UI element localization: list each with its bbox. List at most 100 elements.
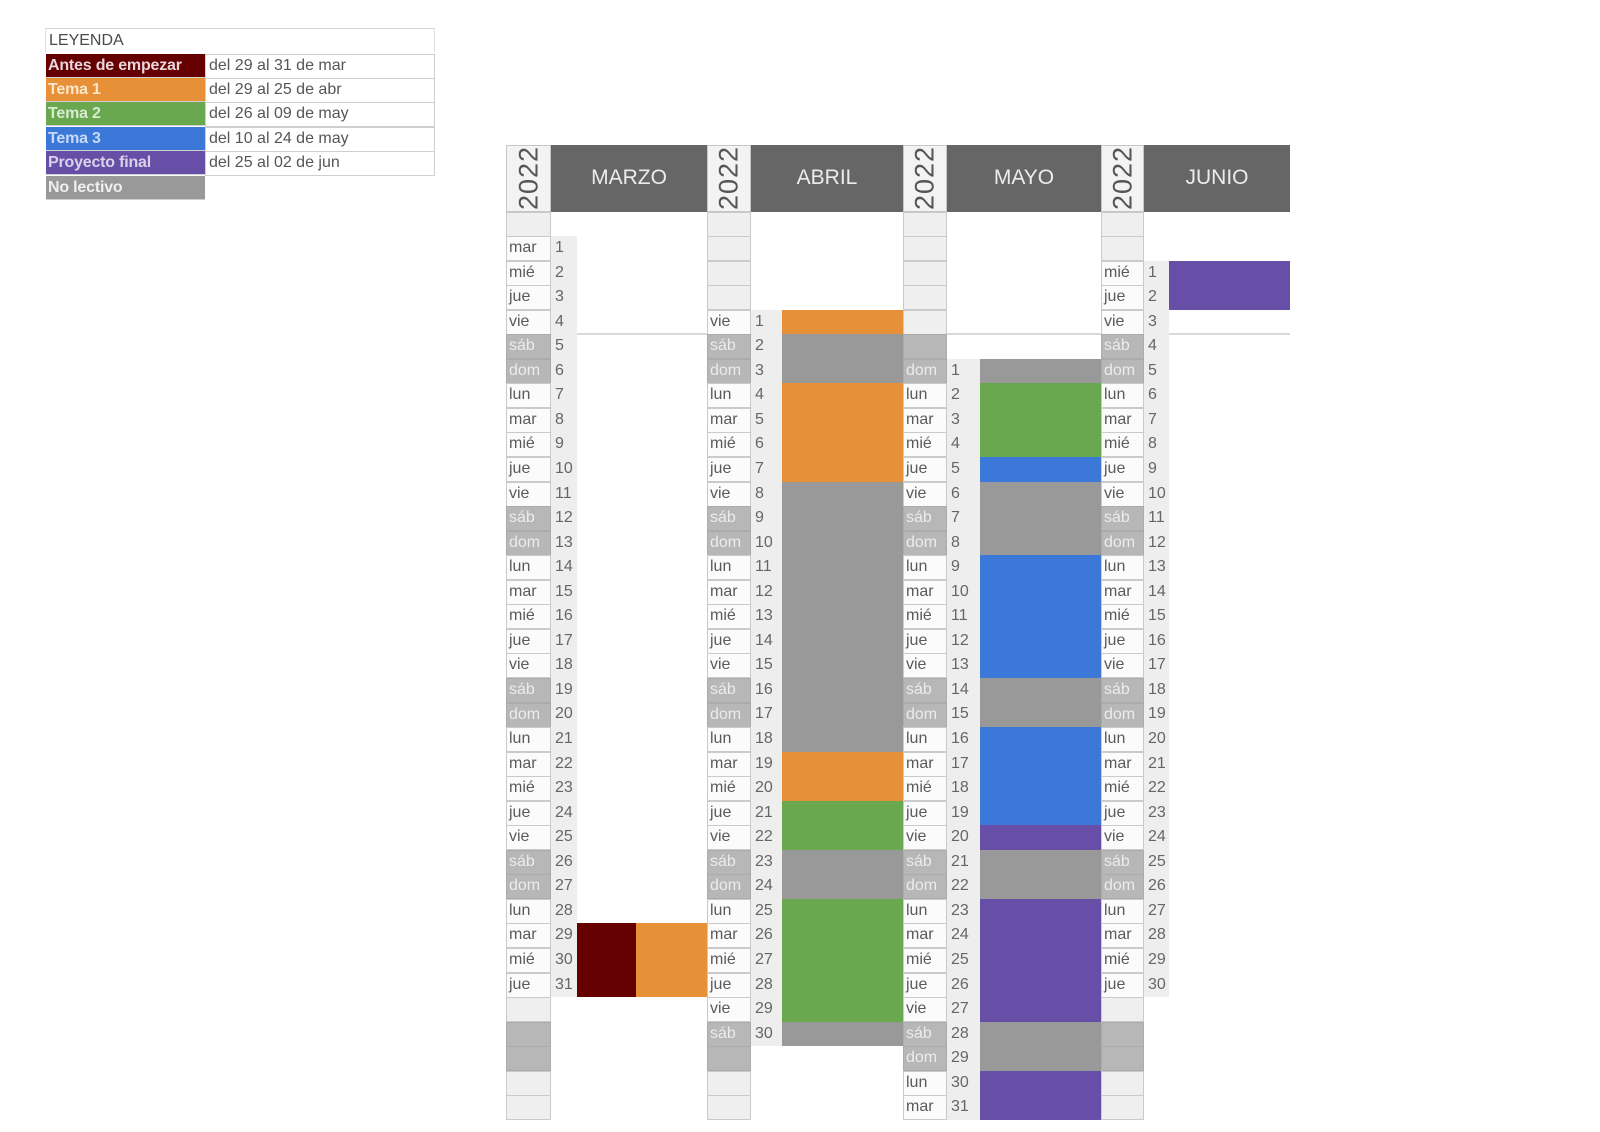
event-block-nolectivo[interactable] xyxy=(980,677,1101,728)
day-number[interactable]: 16 xyxy=(751,678,782,703)
day-number[interactable]: 22 xyxy=(947,874,980,899)
day-number[interactable]: 27 xyxy=(1144,899,1169,924)
day-number[interactable]: 20 xyxy=(947,825,980,850)
weekday-cell[interactable]: sáb xyxy=(506,677,551,703)
weekday-cell[interactable]: mié xyxy=(707,604,751,630)
weekday-cell[interactable]: vie xyxy=(903,481,947,507)
weekday-cell[interactable]: mié xyxy=(1101,776,1144,802)
day-number[interactable]: 27 xyxy=(551,874,577,899)
weekday-cell[interactable]: mié xyxy=(903,604,947,630)
weekday-cell[interactable]: jue xyxy=(903,457,947,483)
weekday-cell[interactable]: sáb xyxy=(707,334,751,360)
event-block-tema3[interactable] xyxy=(980,727,1101,826)
day-number[interactable]: 26 xyxy=(1144,874,1169,899)
day-number[interactable]: 3 xyxy=(947,408,980,433)
weekday-cell[interactable]: lun xyxy=(1101,898,1144,924)
weekday-cell[interactable]: dom xyxy=(903,702,947,728)
day-number[interactable]: 28 xyxy=(1144,923,1169,948)
day-number[interactable]: 11 xyxy=(551,482,577,507)
day-number[interactable]: 13 xyxy=(1144,555,1169,580)
legend-title[interactable]: LEYENDA xyxy=(45,28,435,52)
weekday-cell[interactable]: dom xyxy=(506,874,551,900)
legend-label-nolectivo[interactable]: No lectivo xyxy=(46,175,205,200)
day-number[interactable]: 9 xyxy=(1144,457,1169,482)
day-number[interactable]: 11 xyxy=(947,604,980,629)
day-number[interactable]: 18 xyxy=(1144,678,1169,703)
weekday-cell[interactable]: mar xyxy=(707,751,751,777)
day-number[interactable]: 21 xyxy=(551,727,577,752)
weekday-cell[interactable]: sáb xyxy=(903,1021,947,1047)
blank-cell[interactable] xyxy=(1101,1070,1144,1096)
day-number[interactable]: 25 xyxy=(551,825,577,850)
event-block-tema1[interactable] xyxy=(782,751,903,801)
day-number[interactable]: 19 xyxy=(551,678,577,703)
weekday-cell[interactable]: vie xyxy=(903,653,947,679)
event-block-tema2[interactable] xyxy=(782,800,903,850)
blank-cell[interactable] xyxy=(506,997,551,1023)
day-number[interactable]: 29 xyxy=(551,923,577,948)
weekday-cell[interactable]: lun xyxy=(506,555,551,581)
day-number[interactable]: 20 xyxy=(1144,727,1169,752)
weekday-cell[interactable]: sáb xyxy=(1101,334,1144,360)
weekday-cell[interactable]: mié xyxy=(506,948,551,974)
event-block-tema1[interactable] xyxy=(782,383,903,482)
day-number[interactable]: 12 xyxy=(751,580,782,605)
blank-cell[interactable] xyxy=(1101,236,1144,262)
day-number[interactable]: 30 xyxy=(551,948,577,973)
event-block-tema2[interactable] xyxy=(980,383,1101,457)
day-number[interactable]: 23 xyxy=(751,850,782,875)
weekday-cell[interactable]: mié xyxy=(707,432,751,458)
event-block-proyecto[interactable] xyxy=(1169,260,1290,310)
day-number[interactable]: 1 xyxy=(751,310,782,335)
weekday-cell[interactable]: sáb xyxy=(506,506,551,532)
weekday-cell[interactable]: dom xyxy=(903,530,947,556)
weekday-cell[interactable]: jue xyxy=(506,285,551,311)
legend-range-tema2[interactable]: del 26 al 09 de may xyxy=(205,102,435,128)
weekday-cell[interactable]: lun xyxy=(707,555,751,581)
day-number[interactable]: 13 xyxy=(947,653,980,678)
day-number[interactable]: 10 xyxy=(947,580,980,605)
day-number[interactable]: 25 xyxy=(751,899,782,924)
weekday-cell[interactable]: mar xyxy=(506,923,551,949)
day-number[interactable]: 28 xyxy=(751,973,782,998)
day-number[interactable]: 7 xyxy=(751,457,782,482)
event-block-tema1[interactable] xyxy=(782,309,903,335)
blank-cell[interactable] xyxy=(506,1095,551,1121)
weekday-cell[interactable]: vie xyxy=(1101,653,1144,679)
year-header[interactable]: 2022 xyxy=(506,145,551,212)
day-number[interactable]: 3 xyxy=(551,285,577,310)
day-number[interactable]: 18 xyxy=(947,776,980,801)
weekday-cell[interactable]: vie xyxy=(707,825,751,851)
weekday-cell[interactable]: lun xyxy=(707,727,751,753)
weekday-cell[interactable]: mar xyxy=(506,236,551,262)
day-number[interactable]: 5 xyxy=(947,457,980,482)
day-number[interactable]: 26 xyxy=(551,850,577,875)
day-number[interactable]: 16 xyxy=(551,604,577,629)
day-number[interactable]: 7 xyxy=(947,506,980,531)
weekday-cell[interactable]: sáb xyxy=(903,849,947,875)
weekday-cell[interactable]: mié xyxy=(707,776,751,802)
day-number[interactable]: 24 xyxy=(551,801,577,826)
blank-cell[interactable] xyxy=(707,236,751,262)
weekday-cell[interactable]: jue xyxy=(707,800,751,826)
weekday-cell[interactable]: jue xyxy=(1101,800,1144,826)
weekday-cell[interactable]: vie xyxy=(903,825,947,851)
weekday-cell[interactable]: sáb xyxy=(707,506,751,532)
blank-cell[interactable] xyxy=(903,334,947,360)
weekday-cell[interactable]: lun xyxy=(1101,555,1144,581)
day-number[interactable]: 14 xyxy=(751,629,782,654)
event-block-nolectivo[interactable] xyxy=(782,481,903,752)
weekday-cell[interactable]: lun xyxy=(506,383,551,409)
day-number[interactable]: 12 xyxy=(551,506,577,531)
day-number[interactable]: 8 xyxy=(947,531,980,556)
weekday-cell[interactable]: lun xyxy=(903,383,947,409)
day-number[interactable]: 15 xyxy=(1144,604,1169,629)
legend-range-tema3[interactable]: del 10 al 24 de may xyxy=(205,126,435,152)
day-number[interactable]: 7 xyxy=(1144,408,1169,433)
weekday-cell[interactable]: lun xyxy=(506,727,551,753)
event-block-tema3[interactable] xyxy=(980,555,1101,678)
weekday-cell[interactable]: mié xyxy=(1101,260,1144,286)
blank-cell[interactable] xyxy=(707,1046,751,1072)
weekday-cell[interactable]: lun xyxy=(1101,383,1144,409)
event-block-nolectivo[interactable] xyxy=(782,334,903,384)
